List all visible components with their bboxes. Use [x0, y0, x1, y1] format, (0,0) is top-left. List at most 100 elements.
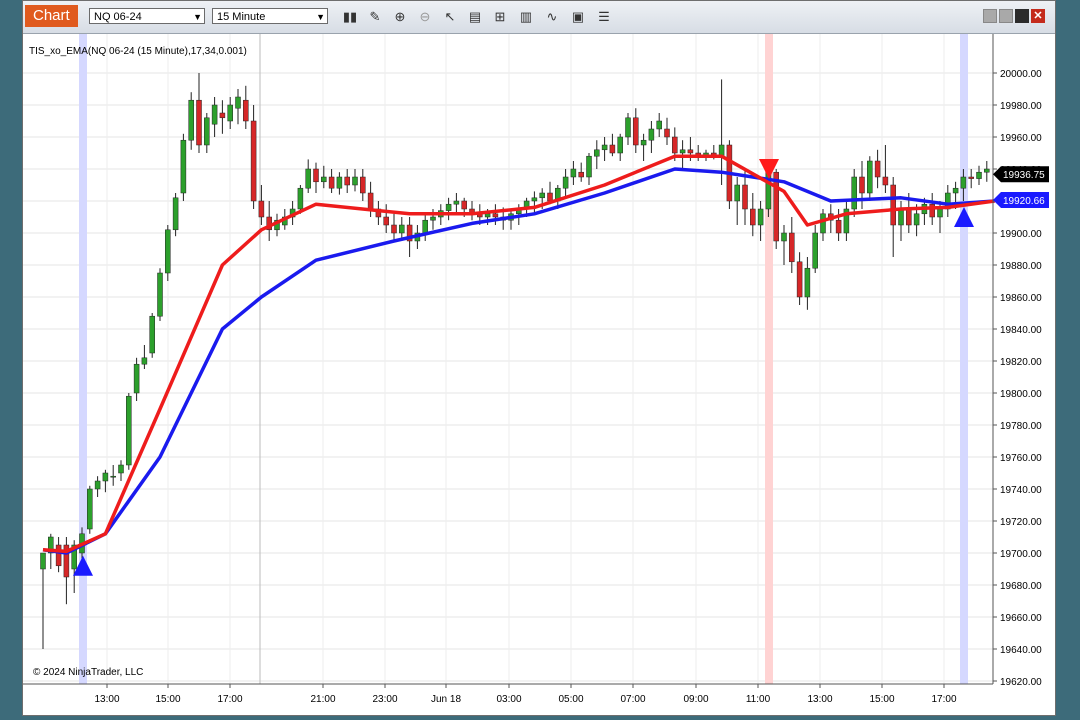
restore-icon[interactable]	[983, 9, 997, 23]
signal-band	[765, 34, 773, 684]
instrument-value: NQ 06-24	[94, 11, 142, 23]
signal-band	[79, 34, 87, 684]
candle-body	[898, 208, 904, 226]
candle-body	[126, 395, 132, 466]
candle-body	[633, 117, 639, 146]
candle-body	[952, 187, 959, 194]
minimize-icon[interactable]	[999, 9, 1013, 23]
data-box-icon[interactable]: ▤	[466, 8, 484, 26]
x-tick-label: 17:00	[217, 694, 242, 705]
y-tick-label: 19780.00	[1000, 421, 1042, 432]
candle-body	[601, 144, 608, 151]
candle-body	[321, 176, 327, 183]
y-tick-label: 19800.00	[1000, 389, 1042, 400]
indicator-title: TIS_xo_EMA(NQ 06-24 (15 Minute),17,34,0.…	[29, 46, 247, 57]
candle-body	[40, 552, 46, 570]
x-tick-label: 05:00	[558, 694, 583, 705]
candle-body	[313, 168, 319, 183]
candle-body	[656, 120, 662, 130]
candle-body	[172, 197, 179, 231]
bar-chart-icon[interactable]: ▮▮	[341, 8, 359, 26]
x-tick-label: 13:00	[807, 694, 832, 705]
candle-body	[890, 184, 896, 226]
y-tick-label: 19700.00	[1000, 549, 1042, 560]
interval-selector[interactable]: 15 Minute ▼	[212, 8, 328, 24]
pencil-icon[interactable]: ✎	[366, 8, 384, 26]
candle-body	[391, 224, 397, 234]
properties-icon[interactable]: ⊞	[491, 8, 509, 26]
grid	[23, 34, 993, 684]
candle-body	[796, 261, 803, 298]
candle-body	[789, 232, 795, 263]
y-tick-label: 20000.00	[1000, 69, 1042, 80]
zoom-out-icon[interactable]: ⊖	[416, 8, 434, 26]
candle-body	[461, 200, 467, 210]
x-axis: 13:00 15:00 17:00 21:00 23:00 Jun 18 03:00 05:0…	[94, 684, 957, 705]
candle-body	[383, 216, 389, 226]
chevron-down-icon: ▼	[316, 12, 325, 22]
candle-body	[960, 176, 967, 189]
chart-toolbar: Chart NQ 06-24 ▼ 15 Minute ▼ ▮▮ ✎ ⊕ ⊖ ↖ …	[23, 1, 1055, 34]
zoom-in-icon[interactable]: ⊕	[391, 8, 409, 26]
candle-body	[336, 176, 343, 189]
candle-body	[118, 464, 124, 474]
candle-body	[328, 176, 335, 189]
y-tick-label: 19900.00	[1000, 229, 1042, 240]
candle-body	[976, 171, 982, 179]
instrument-selector[interactable]: NQ 06-24 ▼	[89, 8, 205, 24]
chevron-down-icon: ▼	[193, 12, 202, 22]
candle-body	[102, 472, 109, 482]
candle-body	[344, 176, 350, 186]
pointer-icon[interactable]: ↖	[441, 8, 459, 26]
candle-body	[812, 232, 818, 269]
candle-body	[157, 272, 163, 317]
candle-body	[679, 149, 686, 154]
candle-body	[750, 208, 756, 226]
y-tick-label: 19660.00	[1000, 613, 1042, 624]
indicators-icon[interactable]: ▥	[517, 8, 535, 26]
y-tick-label: 19720.00	[1000, 517, 1042, 528]
y-axis: 20000.0019980.0019960.0019940.0019920.00…	[993, 69, 1042, 688]
chart-window: Chart NQ 06-24 ▼ 15 Minute ▼ ▮▮ ✎ ⊕ ⊖ ↖ …	[22, 0, 1056, 716]
candle-body	[492, 213, 499, 218]
x-tick-label: 03:00	[496, 694, 521, 705]
y-tick-label: 19680.00	[1000, 581, 1042, 592]
candle-body	[445, 203, 452, 211]
chart-tab[interactable]: Chart	[25, 5, 78, 27]
candle-body	[227, 104, 233, 122]
price-chart[interactable]: 20000.0019980.0019960.0019940.0019920.00…	[23, 34, 1055, 716]
candle-body	[648, 128, 655, 141]
candle-body	[219, 112, 226, 119]
candle-body	[625, 117, 631, 138]
x-tick-label: 21:00	[310, 694, 335, 705]
candle-body	[804, 267, 811, 298]
candle-body	[258, 200, 265, 218]
candle-body	[250, 120, 257, 202]
candle-body	[929, 203, 935, 218]
candle-body	[547, 192, 553, 202]
y-tick-label: 19860.00	[1000, 293, 1042, 304]
x-tick-label: 23:00	[372, 694, 397, 705]
candle-body	[570, 168, 577, 178]
strategies-icon[interactable]: ∿	[543, 8, 561, 26]
list-icon[interactable]: ☰	[595, 8, 613, 26]
x-tick-label: Jun 18	[431, 694, 461, 705]
copyright-text: © 2024 NinjaTrader, LLC	[33, 667, 143, 678]
candle-body	[180, 139, 187, 194]
maximize-icon[interactable]	[1015, 9, 1029, 23]
screenshot-icon[interactable]: ▣	[569, 8, 587, 26]
candle-body	[94, 480, 101, 490]
signal-band	[960, 34, 968, 684]
ema-lines	[42, 154, 995, 555]
x-tick-label: 07:00	[620, 694, 645, 705]
x-tick-label: 13:00	[94, 694, 119, 705]
candle-body	[562, 176, 569, 189]
candle-body	[297, 187, 304, 210]
y-tick-label: 19840.00	[1000, 325, 1042, 336]
candle-body	[430, 216, 436, 221]
price-label-text: 19936.75	[1003, 170, 1045, 181]
candle-body	[352, 176, 358, 186]
x-tick-label: 15:00	[869, 694, 894, 705]
candle-body	[539, 192, 545, 199]
close-icon[interactable]: ✕	[1031, 9, 1045, 23]
